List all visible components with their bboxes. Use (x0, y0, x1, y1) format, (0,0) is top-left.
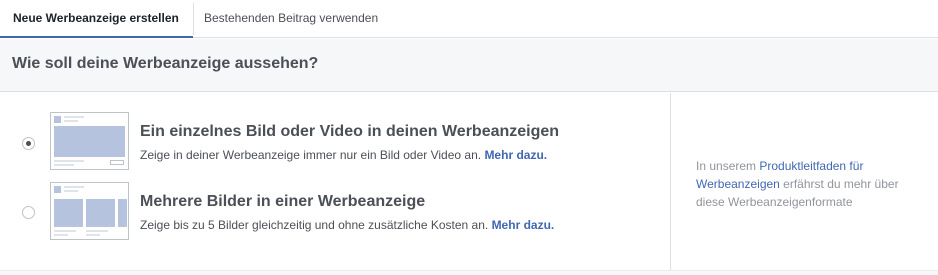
thumb-line (64, 190, 78, 192)
thumb-line (54, 164, 74, 166)
thumb-line (64, 116, 84, 118)
radio-single-image[interactable] (22, 137, 35, 150)
section-title: Wie soll deine Werbeanzeige aussehen? (12, 55, 319, 72)
thumb-image (54, 199, 83, 227)
section-header: Wie soll deine Werbeanzeige aussehen? (0, 39, 938, 92)
option-description-text: Zeige bis zu 5 Bilder gleichzeitig und o… (140, 218, 489, 232)
option-carousel[interactable]: Mehrere Bilder in einer Werbeanzeige Zei… (0, 180, 670, 242)
option-title: Mehrere Bilder in einer Werbeanzeige (140, 193, 426, 210)
help-panel: In unserem Produktleitfaden für Werbeanz… (670, 93, 938, 271)
radio-carousel[interactable] (22, 206, 35, 219)
thumb-line (64, 186, 84, 188)
thumb-avatar (54, 116, 61, 123)
help-text-prefix: In unserem (696, 159, 760, 173)
option-title: Ein einzelnes Bild oder Video in deinen … (140, 123, 560, 140)
carousel-preview-icon (50, 182, 129, 240)
thumb-image (118, 199, 127, 227)
thumb-line (86, 234, 100, 236)
more-link[interactable]: Mehr dazu. (492, 218, 555, 232)
bottom-divider (0, 270, 938, 275)
thumb-line (86, 230, 108, 232)
option-description: Zeige in deiner Werbeanzeige immer nur e… (140, 148, 547, 162)
radio-selected-dot (26, 141, 31, 146)
help-text: In unserem Produktleitfaden für Werbeanz… (696, 157, 911, 211)
thumb-image (54, 126, 125, 157)
thumb-line (64, 120, 78, 122)
tab-divider (193, 3, 194, 35)
tab-bar: Neue Werbeanzeige erstellen Bestehenden … (0, 0, 938, 38)
option-description: Zeige bis zu 5 Bilder gleichzeitig und o… (140, 218, 554, 232)
thumb-avatar (54, 186, 61, 193)
option-description-text: Zeige in deiner Werbeanzeige immer nur e… (140, 148, 482, 162)
thumb-button (110, 160, 124, 165)
thumb-line (54, 230, 76, 232)
option-single-image[interactable]: Ein einzelnes Bild oder Video in deinen … (0, 110, 670, 172)
tab-new-ad[interactable]: Neue Werbeanzeige erstellen (0, 0, 193, 38)
tab-existing-post[interactable]: Bestehenden Beitrag verwenden (204, 0, 378, 38)
thumb-line (54, 160, 84, 162)
thumb-line (54, 234, 68, 236)
single-image-preview-icon (50, 112, 129, 170)
more-link[interactable]: Mehr dazu. (484, 148, 547, 162)
thumb-image (86, 199, 115, 227)
